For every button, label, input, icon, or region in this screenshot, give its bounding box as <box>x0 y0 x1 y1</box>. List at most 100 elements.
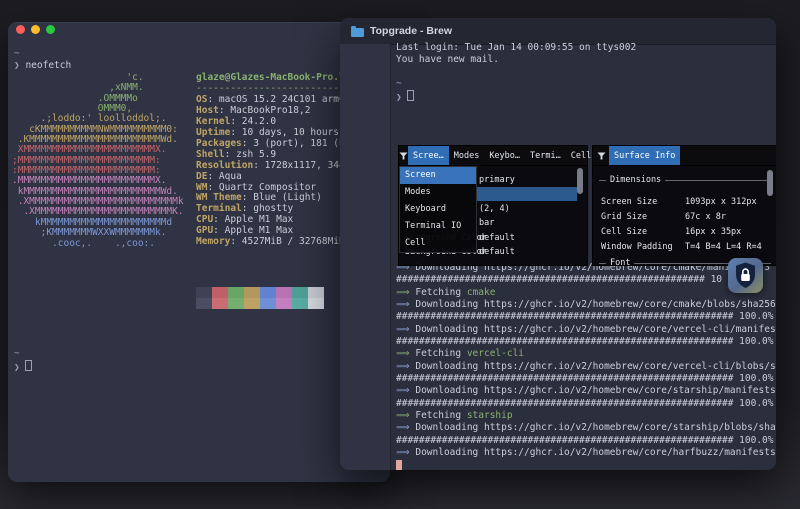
info-colon: : <box>207 94 218 105</box>
tab-keybo[interactable]: Keybo… <box>484 146 525 165</box>
prompt-cwd: ~ <box>14 348 32 360</box>
palette-swatch <box>212 287 228 298</box>
neofetch-ascii-logo: 'c. ,xNMM. .OMMMMo OMMM0, .;loddo:' lool… <box>12 73 184 249</box>
rule-line <box>599 263 606 264</box>
inspector-panel[interactable]: Scree…ModesKeybo…Termi…Cell primary(2, 4… <box>398 145 588 266</box>
prompt-line: ❯ neofetch <box>14 60 71 72</box>
download-text: Downloading https://ghcr.io/v2/homebrew/… <box>415 361 775 372</box>
surface-info-panel[interactable]: Surface Info DimensionsScreen Size1093px… <box>592 145 776 266</box>
terminal-line: You have new mail. <box>396 54 636 66</box>
info-label: Uptime <box>196 127 230 138</box>
inspector-dropdown-menu: ScreenModesKeyboardTerminal IOCell <box>399 166 477 253</box>
info-colon: : <box>253 160 264 171</box>
info-label: WM Theme <box>196 192 242 203</box>
shell-prompt: ~❯ <box>396 78 414 104</box>
dropdown-item-cell[interactable]: Cell <box>400 235 476 252</box>
dropdown-item-screen[interactable]: Screen <box>400 167 476 184</box>
brew-line: ########################################… <box>396 398 776 410</box>
info-value: macOS 15.2 24C101 arm64 <box>219 94 351 105</box>
download-text: Downloading https://ghcr.io/v2/homebrew/… <box>415 385 775 396</box>
close-button[interactable] <box>16 25 25 34</box>
prompt-char: ❯ <box>14 60 25 71</box>
ascii-line: .cooc,. .,coo:. <box>12 239 184 249</box>
info-colon: : <box>242 138 253 149</box>
brew-output: ⟹ Downloading https://ghcr.io/v2/homebre… <box>396 262 776 470</box>
shell-prompt-top: ~❯ neofetch <box>14 48 71 72</box>
palette-row <box>196 298 324 309</box>
prompt-char: ❯ <box>396 92 407 103</box>
window-body-left-edge <box>340 44 391 470</box>
info-colon: : <box>219 105 230 116</box>
traffic-lights <box>16 25 55 34</box>
download-text: Downloading https://ghcr.io/v2/homebrew/… <box>415 299 775 310</box>
window-titlebar[interactable]: Topgrade - Brew <box>340 18 776 45</box>
tab-scree[interactable]: Scree… <box>408 146 449 165</box>
info-colon: : <box>230 236 241 247</box>
filter-funnel-icon[interactable] <box>399 146 408 165</box>
terminal-line: Last login: Tue Jan 14 00:09:55 on ttys0… <box>396 42 636 54</box>
tab-termi[interactable]: Termi… <box>525 146 566 165</box>
info-label: WM <box>196 182 207 193</box>
fetch-label: Fetching <box>415 348 466 359</box>
download-text: Downloading https://ghcr.io/v2/homebrew/… <box>415 447 775 458</box>
arrow-icon: ⟹ <box>396 385 415 396</box>
info-value: Aqua <box>219 171 242 182</box>
folder-icon <box>351 28 364 37</box>
info-label: Resolution <box>196 160 253 171</box>
info-colon: : <box>207 182 218 193</box>
tab-modes[interactable]: Modes <box>449 146 485 165</box>
dropdown-item-keyboard[interactable]: Keyboard <box>400 201 476 218</box>
arrow-icon: ⟹ <box>396 361 415 372</box>
surface-row-value: 1093px x 312px <box>685 195 757 209</box>
zoom-button[interactable] <box>46 25 55 34</box>
info-label: GPU <box>196 225 213 236</box>
brew-line: ########################################… <box>396 373 776 385</box>
info-value: Blue (Light) <box>253 192 322 203</box>
package-name: starship <box>467 410 513 421</box>
inspector-scrollbar[interactable] <box>577 168 583 194</box>
brew-line: ⟹ Downloading https://ghcr.io/v2/homebre… <box>396 299 776 311</box>
brew-line: ⟹ Downloading https://ghcr.io/v2/homebre… <box>396 324 776 336</box>
info-colon: : <box>230 116 241 127</box>
inspector-row-value: (2, 4) <box>479 202 510 216</box>
info-label: Memory <box>196 236 230 247</box>
inspector-row-value: default <box>479 245 515 259</box>
palette-swatch <box>228 287 244 298</box>
info-value: ghostty <box>253 203 293 214</box>
filter-funnel-icon[interactable] <box>593 146 609 165</box>
info-colon: : <box>213 214 224 225</box>
info-colon: : <box>213 225 224 236</box>
brew-line: ########################################… <box>396 435 776 447</box>
brew-line: ⟹ Fetching starship <box>396 410 776 422</box>
surface-row-value: 67c x 8r <box>685 210 726 224</box>
minimize-button[interactable] <box>31 25 40 34</box>
section-title: Font <box>610 258 630 268</box>
prompt-cwd: ~ <box>14 48 71 60</box>
palette-swatch <box>212 298 228 309</box>
security-lock-badge[interactable] <box>728 258 763 297</box>
palette-swatch <box>276 287 292 298</box>
surface-row-label: Cell Size <box>601 225 647 239</box>
surface-info-tabbar: Surface Info <box>593 146 776 166</box>
download-text: Downloading https://ghcr.io/v2/homebrew/… <box>415 422 775 433</box>
progress-hashes: ########################################… <box>396 435 774 446</box>
dropdown-item-modes[interactable]: Modes <box>400 184 476 201</box>
progress-hashes: ########################################… <box>396 311 774 322</box>
rule-line <box>599 180 606 181</box>
tab-surface-info[interactable]: Surface Info <box>609 146 680 165</box>
prompt-cwd: ~ <box>396 78 414 90</box>
left-terminal-window[interactable]: ~❯ neofetch 'c. ,xNMM. .OMMMMo OMMM0, .;… <box>8 22 390 482</box>
surface-row-value: 16px x 35px <box>685 225 741 239</box>
selected-row-highlight <box>475 187 577 201</box>
rule-line <box>665 180 771 181</box>
inspector-row-value: default <box>479 231 515 245</box>
right-terminal-window[interactable]: Topgrade - Brew Last login: Tue Jan 14 0… <box>340 18 776 470</box>
palette-swatch <box>260 298 276 309</box>
surface-scrollbar[interactable] <box>767 170 773 196</box>
info-label: Shell <box>196 149 225 160</box>
palette-swatch <box>244 287 260 298</box>
info-colon: : <box>230 127 241 138</box>
brew-line <box>396 460 776 471</box>
dropdown-item-terminalio[interactable]: Terminal IO <box>400 218 476 235</box>
brew-line: ⟹ Downloading https://ghcr.io/v2/homebre… <box>396 385 776 397</box>
